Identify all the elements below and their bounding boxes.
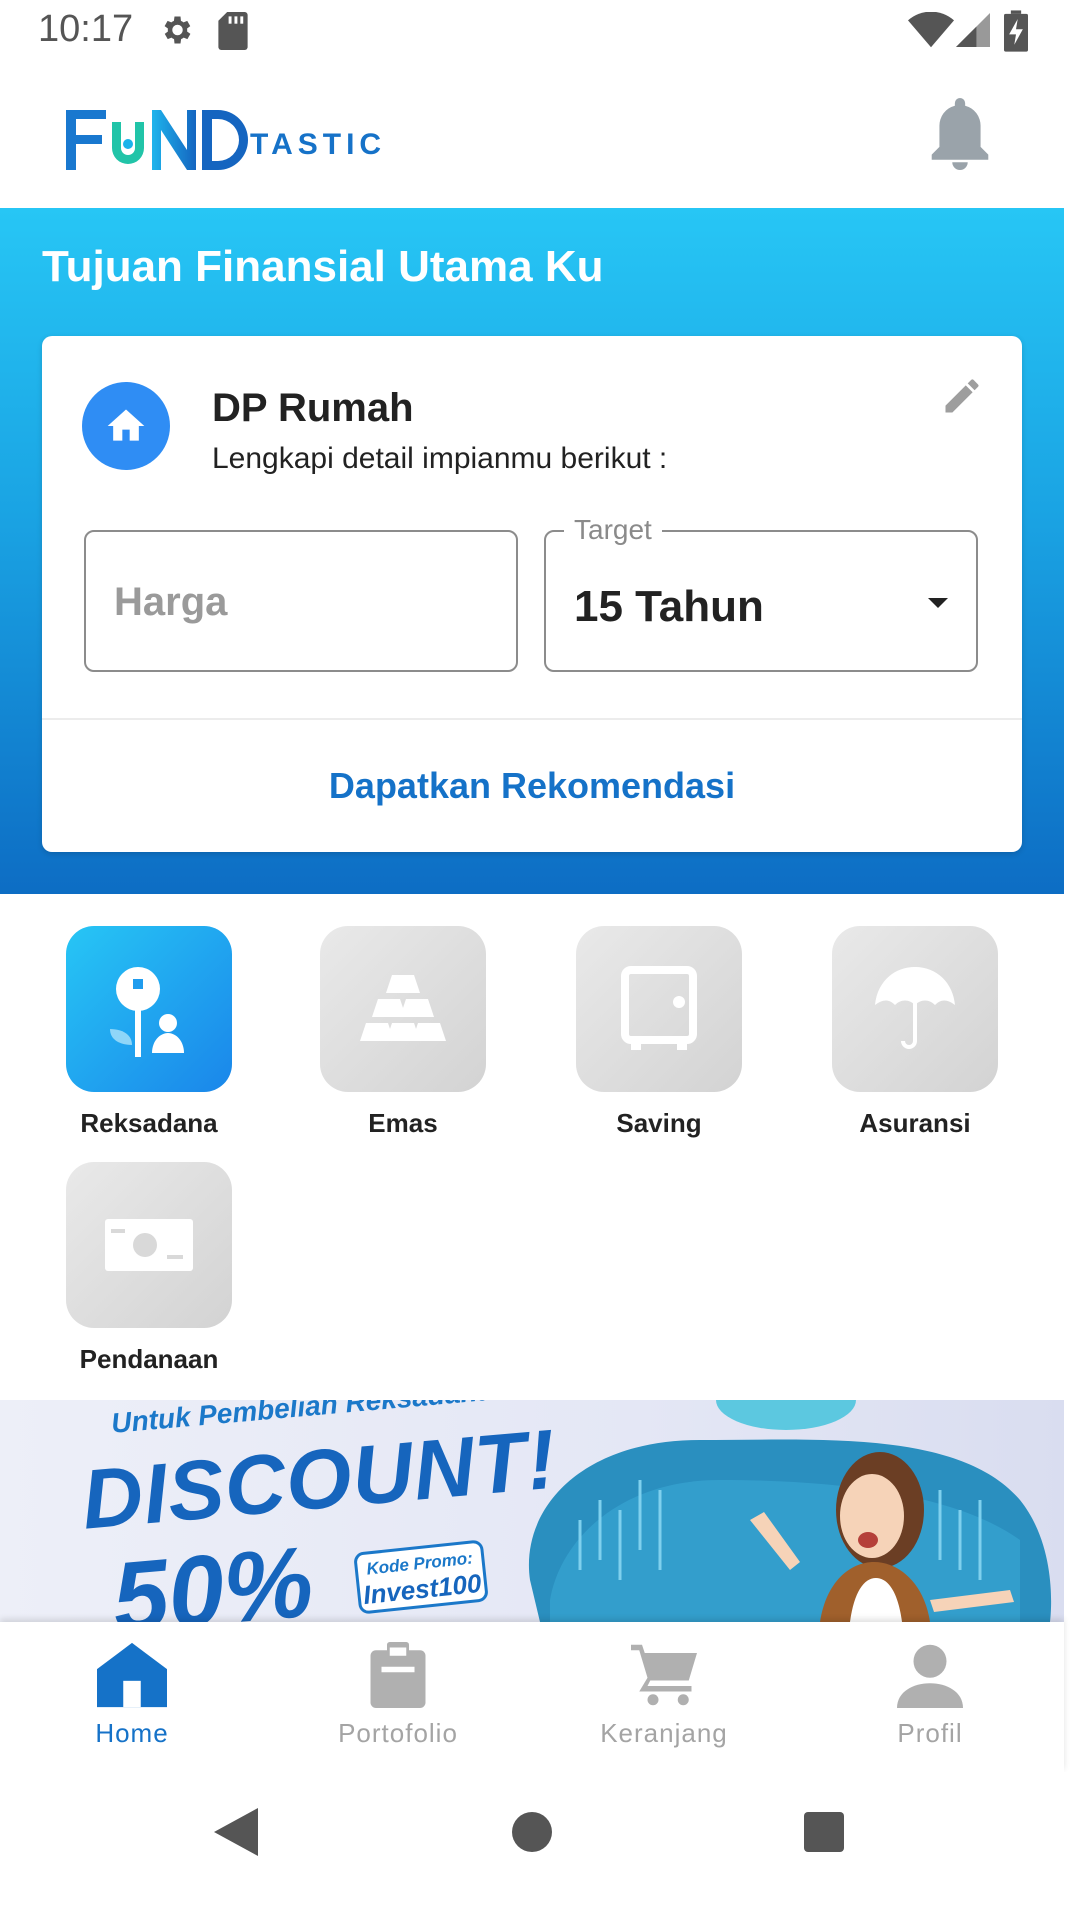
target-select[interactable]: Target 15 Tahun	[544, 514, 978, 672]
system-navigation-bar	[0, 1772, 1080, 1920]
get-recommendation-button[interactable]: Dapatkan Rekomendasi	[42, 720, 1022, 852]
status-time: 10:17	[38, 8, 134, 50]
app-header: TASTIC	[0, 66, 1064, 208]
financial-goal-section: Tujuan Finansial Utama Ku DP Rumah Lengk…	[0, 208, 1064, 894]
umbrella-icon	[832, 926, 998, 1092]
product-label: Asuransi	[859, 1108, 971, 1138]
goal-subtitle: Lengkapi detail impianmu berikut :	[212, 442, 668, 475]
promo-banner[interactable]: Untuk Pembelian Reksadana DISCOUNT! 50% …	[0, 1400, 1064, 1622]
cart-icon	[631, 1644, 697, 1706]
goal-card: DP Rumah Lengkapi detail impianmu beriku…	[42, 336, 1022, 852]
product-label: Emas	[368, 1108, 438, 1138]
cash-icon	[66, 1162, 232, 1328]
nav-label: Profil	[897, 1718, 963, 1748]
mutual-fund-icon	[66, 926, 232, 1092]
person-icon	[897, 1644, 963, 1708]
product-label: Pendanaan	[79, 1344, 219, 1374]
product-saving[interactable]: Saving	[576, 926, 742, 1139]
fundtastic-logo: TASTIC	[66, 110, 386, 170]
product-reksadana[interactable]: Reksadana	[66, 926, 232, 1139]
target-value: 15 Tahun	[574, 582, 764, 631]
nav-label: Portofolio	[338, 1718, 458, 1748]
edit-pencil-icon[interactable]	[940, 374, 984, 418]
nav-label: Keranjang	[600, 1718, 728, 1748]
target-label: Target	[564, 514, 662, 546]
goal-title: DP Rumah	[212, 386, 414, 430]
home-icon	[97, 1642, 167, 1708]
nav-label: Home	[95, 1718, 169, 1748]
recents-square-icon[interactable]	[804, 1812, 844, 1852]
battery-charging-icon	[1004, 10, 1028, 52]
dropdown-arrow-icon	[928, 598, 948, 608]
nav-profil[interactable]: Profil	[840, 1642, 1020, 1749]
settings-gear-icon	[164, 16, 191, 44]
product-label: Saving	[616, 1108, 702, 1138]
price-input[interactable]: Harga	[84, 530, 518, 672]
nav-portofolio[interactable]: Portofolio	[308, 1642, 488, 1749]
product-emas[interactable]: Emas	[320, 926, 486, 1139]
wifi-icon	[908, 12, 954, 48]
cell-signal-icon	[956, 13, 990, 47]
back-icon[interactable]	[214, 1808, 258, 1856]
nav-keranjang[interactable]: Keranjang	[574, 1642, 754, 1749]
banner-woman-illustration	[528, 1400, 1052, 1622]
price-placeholder: Harga	[114, 580, 228, 624]
sd-card-icon	[218, 12, 248, 50]
section-title: Tujuan Finansial Utama Ku	[42, 242, 604, 291]
safe-icon	[576, 926, 742, 1092]
clipboard-icon	[370, 1642, 426, 1708]
home-circle-icon[interactable]	[512, 1812, 552, 1852]
nav-home[interactable]: Home	[42, 1642, 222, 1749]
product-label: Reksadana	[80, 1108, 218, 1138]
product-pendanaan[interactable]: Pendanaan	[66, 1162, 232, 1375]
gold-bars-icon	[320, 926, 486, 1092]
svg-text:TASTIC: TASTIC	[250, 128, 386, 161]
banner-percent: 50%	[108, 1525, 318, 1622]
product-asuransi[interactable]: Asuransi	[832, 926, 998, 1139]
house-icon	[82, 382, 170, 470]
promo-code-box: Kode Promo: Invest100	[353, 1539, 489, 1615]
bottom-navigation: Home Portofolio Keranjang Profil	[0, 1622, 1064, 1772]
notification-bell-icon[interactable]	[928, 98, 992, 170]
status-bar: 10:17	[0, 0, 1080, 66]
